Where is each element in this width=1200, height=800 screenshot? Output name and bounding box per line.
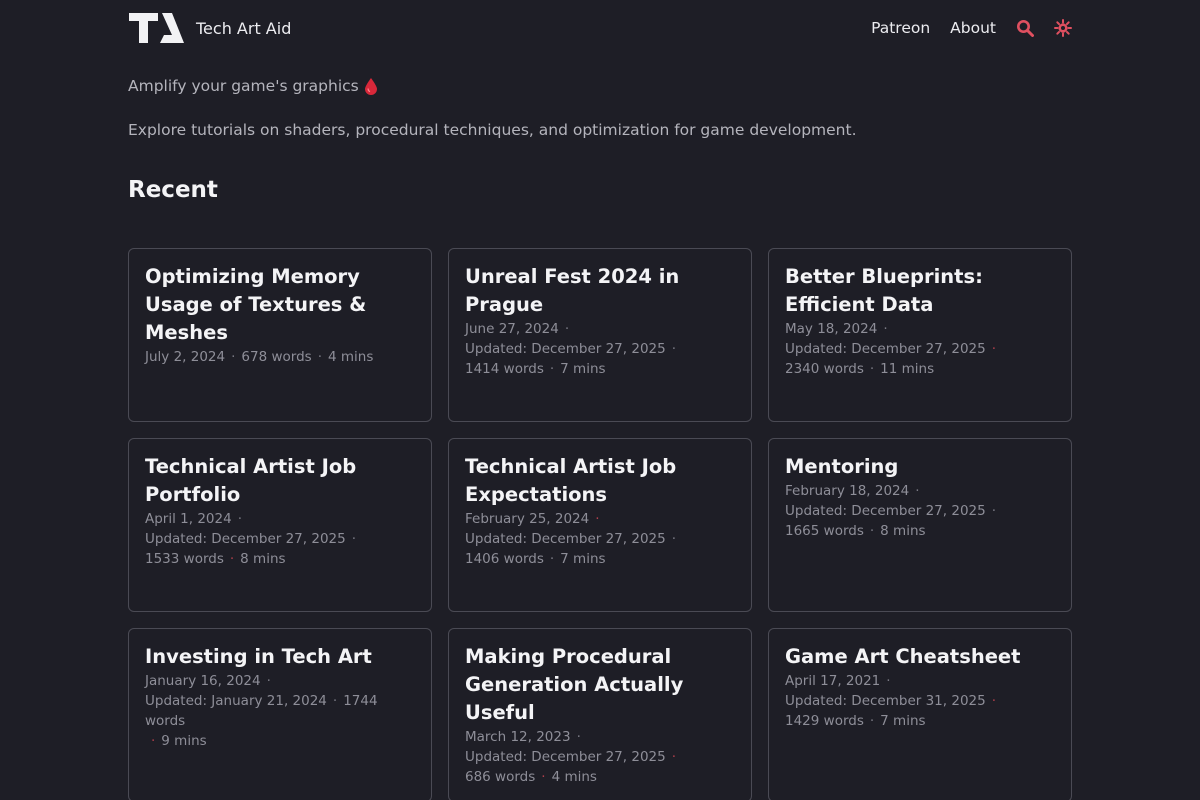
- site-title: Tech Art Aid: [196, 18, 292, 38]
- post-read-time: 8 mins: [880, 523, 926, 539]
- post-word-count: 1533 words: [145, 551, 224, 567]
- post-title: Unreal Fest 2024 in Prague: [465, 265, 680, 316]
- post-meta: April 1, 2024 · Updated: December 27, 202…: [145, 511, 357, 567]
- post-title: Optimizing Memory Usage of Textures & Me…: [145, 265, 367, 344]
- post-meta: March 12, 2023 · Updated: December 27, 20…: [465, 729, 677, 785]
- blood-drop-icon: [364, 77, 377, 95]
- post-date: January 16, 2024: [145, 673, 261, 689]
- nav-link-patreon[interactable]: Patreon: [871, 19, 930, 37]
- post-title: Investing in Tech Art: [145, 645, 372, 668]
- post-date: March 12, 2023: [465, 729, 571, 745]
- post-meta: January 16, 2024 · Updated: January 21, 2…: [145, 673, 378, 749]
- post-date: June 27, 2024: [465, 321, 559, 337]
- post-card[interactable]: Better Blueprints: Efficient Data May 18…: [768, 248, 1072, 422]
- post-read-time: 9 mins: [161, 733, 207, 749]
- page: Tech Art Aid Patreon About Amplify your …: [0, 0, 1200, 800]
- tagline: Amplify your game's graphics: [128, 77, 377, 95]
- post-word-count: 1665 words: [785, 523, 864, 539]
- post-date: May 18, 2024: [785, 321, 878, 337]
- post-read-time: 11 mins: [880, 361, 935, 377]
- brand-link[interactable]: Tech Art Aid: [128, 11, 291, 45]
- post-word-count: 686 words: [465, 769, 536, 785]
- post-read-time: 7 mins: [560, 551, 606, 567]
- post-title: Mentoring: [785, 455, 899, 478]
- recent-heading: Recent: [128, 177, 218, 203]
- post-title: Making Procedural Generation Actually Us…: [465, 645, 684, 724]
- post-card[interactable]: Investing in Tech Art January 16, 2024 · …: [128, 628, 432, 800]
- nav-link-about[interactable]: About: [950, 19, 996, 37]
- post-word-count: 1406 words: [465, 551, 544, 567]
- post-card[interactable]: Technical Artist Job Portfolio April 1, …: [128, 438, 432, 612]
- post-read-time: 7 mins: [560, 361, 606, 377]
- post-meta: April 17, 2021 · Updated: December 31, 20…: [785, 673, 997, 729]
- post-word-count: 1429 words: [785, 713, 864, 729]
- post-meta: June 27, 2024 · Updated: December 27, 202…: [465, 321, 677, 377]
- post-title: Technical Artist Job Portfolio: [145, 455, 357, 506]
- post-card[interactable]: Unreal Fest 2024 in Prague June 27, 2024…: [448, 248, 752, 422]
- post-date: February 25, 2024: [465, 511, 590, 527]
- post-title: Game Art Cheatsheet: [785, 645, 1021, 668]
- post-meta: July 2, 2024 · 678 words · 4 mins: [145, 349, 374, 365]
- theme-toggle-icon[interactable]: [1054, 19, 1072, 37]
- post-card[interactable]: Technical Artist Job Expectations Februa…: [448, 438, 752, 612]
- post-title: Better Blueprints: Efficient Data: [785, 265, 983, 316]
- post-read-time: 8 mins: [240, 551, 286, 567]
- post-updated: Updated: December 31, 2025: [785, 693, 986, 709]
- post-card[interactable]: Mentoring February 18, 2024 · Updated: De…: [768, 438, 1072, 612]
- logo-icon: [129, 13, 184, 43]
- post-updated: Updated: December 27, 2025: [785, 503, 986, 519]
- post-date: April 17, 2021: [785, 673, 881, 689]
- post-updated: Updated: January 21, 2024: [145, 693, 327, 709]
- post-meta: February 18, 2024 · Updated: December 27,…: [785, 483, 997, 539]
- post-meta: February 25, 2024 · Updated: December 27,…: [465, 511, 677, 567]
- post-read-time: 7 mins: [880, 713, 926, 729]
- post-card[interactable]: Optimizing Memory Usage of Textures & Me…: [128, 248, 432, 422]
- post-word-count: 1414 words: [465, 361, 544, 377]
- main-nav: Patreon About: [851, 19, 1072, 37]
- post-card[interactable]: Making Procedural Generation Actually Us…: [448, 628, 752, 800]
- site-header: Tech Art Aid Patreon About: [128, 10, 1072, 46]
- post-meta: May 18, 2024 · Updated: December 27, 2025…: [785, 321, 997, 377]
- tagline-text: Amplify your game's graphics: [128, 77, 359, 95]
- post-word-count: 2340 words: [785, 361, 864, 377]
- site-description: Explore tutorials on shaders, procedural…: [128, 121, 857, 139]
- post-updated: Updated: December 27, 2025: [785, 341, 986, 357]
- post-updated: Updated: December 27, 2025: [465, 341, 666, 357]
- post-word-count: 678 words: [241, 349, 312, 365]
- post-date: April 1, 2024: [145, 511, 232, 527]
- post-updated: Updated: December 27, 2025: [145, 531, 346, 547]
- post-read-time: 4 mins: [551, 769, 597, 785]
- post-title: Technical Artist Job Expectations: [465, 455, 677, 506]
- post-card[interactable]: Game Art Cheatsheet April 17, 2021 · Upda…: [768, 628, 1072, 800]
- search-icon[interactable]: [1016, 19, 1034, 37]
- post-updated: Updated: December 27, 2025: [465, 531, 666, 547]
- post-date: July 2, 2024: [145, 349, 226, 365]
- post-date: February 18, 2024: [785, 483, 910, 499]
- post-read-time: 4 mins: [327, 349, 374, 365]
- post-updated: Updated: December 27, 2025: [465, 749, 666, 765]
